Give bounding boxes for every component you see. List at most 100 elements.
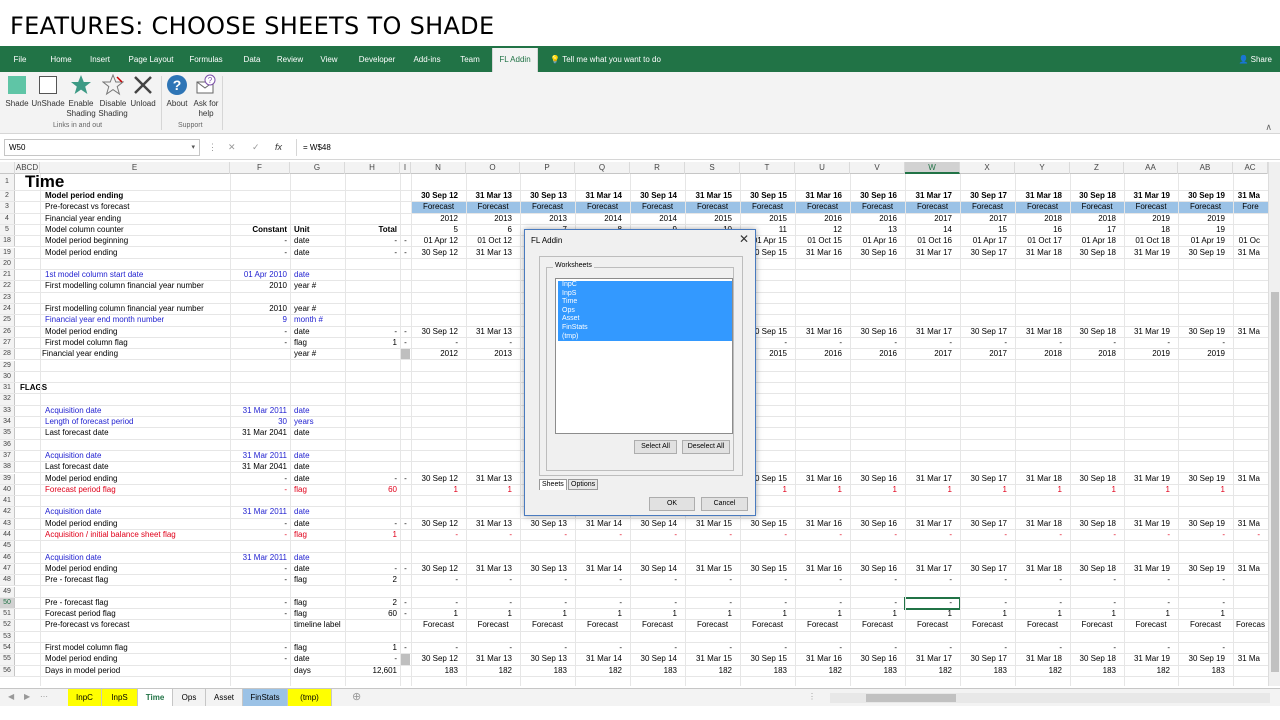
unit-cell[interactable]: flag — [294, 530, 346, 540]
timeline-cell[interactable]: 30 Sep 17 — [960, 519, 1007, 529]
flag-cell[interactable]: - — [401, 236, 410, 246]
total-cell[interactable]: - — [345, 654, 397, 664]
add-sheet-icon[interactable]: ⊕ — [352, 690, 361, 703]
constant-cell[interactable]: - — [230, 327, 287, 337]
timeline-cell[interactable]: 31 Mar 19 — [1124, 564, 1170, 574]
timeline-cell[interactable] — [1233, 214, 1260, 224]
timeline-cell[interactable]: 183 — [520, 666, 567, 676]
row-header[interactable]: 54 — [0, 643, 15, 654]
row-header[interactable]: 37 — [0, 450, 15, 462]
timeline-cell[interactable]: 30 Sep 19 — [1178, 564, 1225, 574]
timeline-cell[interactable]: - — [960, 530, 1007, 540]
unit-cell[interactable]: flag — [294, 575, 346, 585]
timeline-cell[interactable]: Forecas — [1233, 620, 1268, 630]
flag-cell[interactable]: - — [401, 519, 410, 529]
timeline-cell[interactable]: 183 — [960, 666, 1007, 676]
total-cell[interactable]: 60 — [345, 485, 397, 495]
constant-cell[interactable]: - — [230, 654, 287, 664]
timeline-cell[interactable]: 31 Mar 16 — [795, 519, 842, 529]
row-header[interactable]: 45 — [0, 541, 15, 552]
shade-button[interactable]: Shade — [3, 74, 31, 109]
row-label[interactable]: Pre - forecast flag — [45, 598, 230, 608]
timeline-cell[interactable]: 182 — [1124, 666, 1170, 676]
timeline-cell[interactable]: 31 Mar 17 — [905, 654, 952, 664]
horizontal-scrollbar[interactable] — [830, 693, 1270, 703]
timeline-cell[interactable]: 1 — [1178, 609, 1225, 619]
tell-me-box[interactable]: 💡 Tell me what you want to do — [550, 46, 661, 72]
timeline-cell[interactable]: 1 — [1070, 609, 1116, 619]
timeline-cell[interactable]: 31 Mar 19 — [1124, 191, 1170, 201]
timeline-cell[interactable]: 1 — [740, 609, 787, 619]
timeline-cell[interactable]: - — [905, 575, 952, 585]
timeline-cell[interactable]: - — [1015, 575, 1062, 585]
timeline-cell[interactable]: 01 Oc — [1233, 236, 1260, 246]
row-label[interactable]: Pre - forecast flag — [45, 575, 230, 585]
timeline-cell[interactable]: Forecast — [466, 202, 520, 213]
unit-cell[interactable]: flag — [294, 609, 346, 619]
constant-cell[interactable]: - — [230, 236, 287, 246]
column-header-e[interactable]: E — [40, 162, 230, 174]
timeline-cell[interactable]: - — [630, 530, 677, 540]
row-header[interactable]: 25 — [0, 315, 15, 326]
row-header[interactable]: 33 — [0, 405, 15, 416]
timeline-cell[interactable]: - — [850, 575, 897, 585]
timeline-cell[interactable]: 1 — [466, 609, 512, 619]
row-label[interactable]: Forecast period flag — [45, 609, 230, 619]
unit-cell[interactable]: flag — [294, 338, 346, 348]
enter-icon[interactable]: ✓ — [252, 139, 260, 156]
row-label[interactable]: Model period ending — [45, 327, 230, 337]
timeline-cell[interactable]: Forecast — [575, 620, 630, 630]
timeline-cell[interactable]: 30 Sep 13 — [520, 519, 567, 529]
tab-insert[interactable]: Insert — [84, 46, 116, 72]
ask-for-button[interactable]: ? Ask for help — [192, 74, 220, 119]
timeline-cell[interactable]: Forecast — [630, 620, 685, 630]
column-header-q[interactable]: Q — [575, 162, 630, 174]
timeline-cell[interactable] — [1233, 609, 1260, 619]
timeline-cell[interactable]: 31 Mar 19 — [1124, 248, 1170, 258]
formula-input[interactable]: = W$48 — [296, 139, 1261, 156]
timeline-cell[interactable]: - — [630, 575, 677, 585]
timeline-cell[interactable]: 183 — [1070, 666, 1116, 676]
row-label[interactable]: First model column flag — [45, 643, 230, 653]
timeline-cell[interactable] — [1233, 225, 1260, 235]
scrollbar-thumb[interactable] — [1271, 292, 1279, 672]
row-header[interactable]: 20 — [0, 258, 15, 270]
row-label[interactable]: Last forecast date — [45, 462, 230, 472]
flag-cell[interactable]: - — [401, 564, 410, 574]
timeline-cell[interactable]: 12 — [795, 225, 842, 235]
list-item[interactable]: Asset — [558, 315, 732, 324]
column-header-g[interactable]: G — [290, 162, 345, 174]
row-header[interactable]: 44 — [0, 530, 15, 541]
timeline-cell[interactable]: - — [685, 530, 732, 540]
total-cell[interactable]: 1 — [345, 530, 397, 540]
timeline-cell[interactable]: 31 Mar 14 — [575, 654, 622, 664]
unit-cell[interactable]: date — [294, 428, 346, 438]
timeline-cell[interactable]: - — [685, 575, 732, 585]
timeline-cell[interactable]: 31 Mar 17 — [905, 191, 952, 201]
timeline-cell[interactable]: 31 Ma — [1233, 327, 1260, 337]
timeline-cell[interactable]: 30 Sep 16 — [850, 519, 897, 529]
row-header[interactable]: 39 — [0, 473, 15, 484]
timeline-cell[interactable]: 31 Mar 18 — [1015, 564, 1062, 574]
timeline-cell[interactable]: - — [850, 338, 897, 348]
timeline-cell[interactable]: - — [411, 598, 458, 608]
timeline-cell[interactable]: 2018 — [1015, 214, 1062, 224]
timeline-cell[interactable]: - — [740, 530, 787, 540]
row-header[interactable]: 19 — [0, 247, 15, 258]
constant-cell[interactable]: - — [230, 575, 287, 585]
row-header[interactable]: 52 — [0, 620, 15, 631]
row-header[interactable]: 29 — [0, 360, 15, 371]
row-label[interactable]: First modelling column financial year nu… — [45, 304, 230, 314]
timeline-cell[interactable]: - — [850, 598, 897, 608]
row-header[interactable]: 27 — [0, 337, 15, 349]
timeline-cell[interactable]: 31 Mar 13 — [466, 248, 512, 258]
timeline-cell[interactable]: 31 Mar 15 — [685, 191, 732, 201]
total-cell[interactable]: - — [345, 327, 397, 337]
unit-cell[interactable]: flag — [294, 485, 346, 495]
timeline-cell[interactable]: 2019 — [1178, 349, 1225, 359]
timeline-cell[interactable]: - — [1178, 575, 1225, 585]
timeline-cell[interactable]: - — [795, 598, 842, 608]
unit-cell[interactable]: date — [294, 406, 346, 416]
timeline-cell[interactable]: - — [1015, 598, 1062, 608]
timeline-cell[interactable]: 30 Sep 14 — [630, 191, 677, 201]
